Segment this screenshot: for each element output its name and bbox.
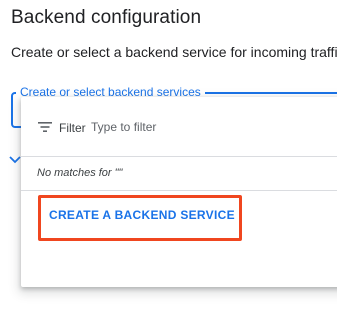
filter-input[interactable] [89,118,323,136]
backend-services-dropdown: Filter No matches for "" CREATE A BACKEN… [21,97,337,287]
filter-row: Filter [21,97,337,157]
backend-configuration-page: Backend configuration Create or select a… [0,0,337,312]
filter-label: Filter [59,121,86,135]
no-matches-message: No matches for "" [37,167,123,179]
page-title: Backend configuration [11,7,202,28]
filter-icon [38,122,52,132]
divider [21,190,337,191]
page-subtitle: Create or select a backend service for i… [11,44,337,60]
create-backend-service-button[interactable]: CREATE A BACKEND SERVICE [49,208,235,222]
chevron-down-icon[interactable] [9,154,21,166]
